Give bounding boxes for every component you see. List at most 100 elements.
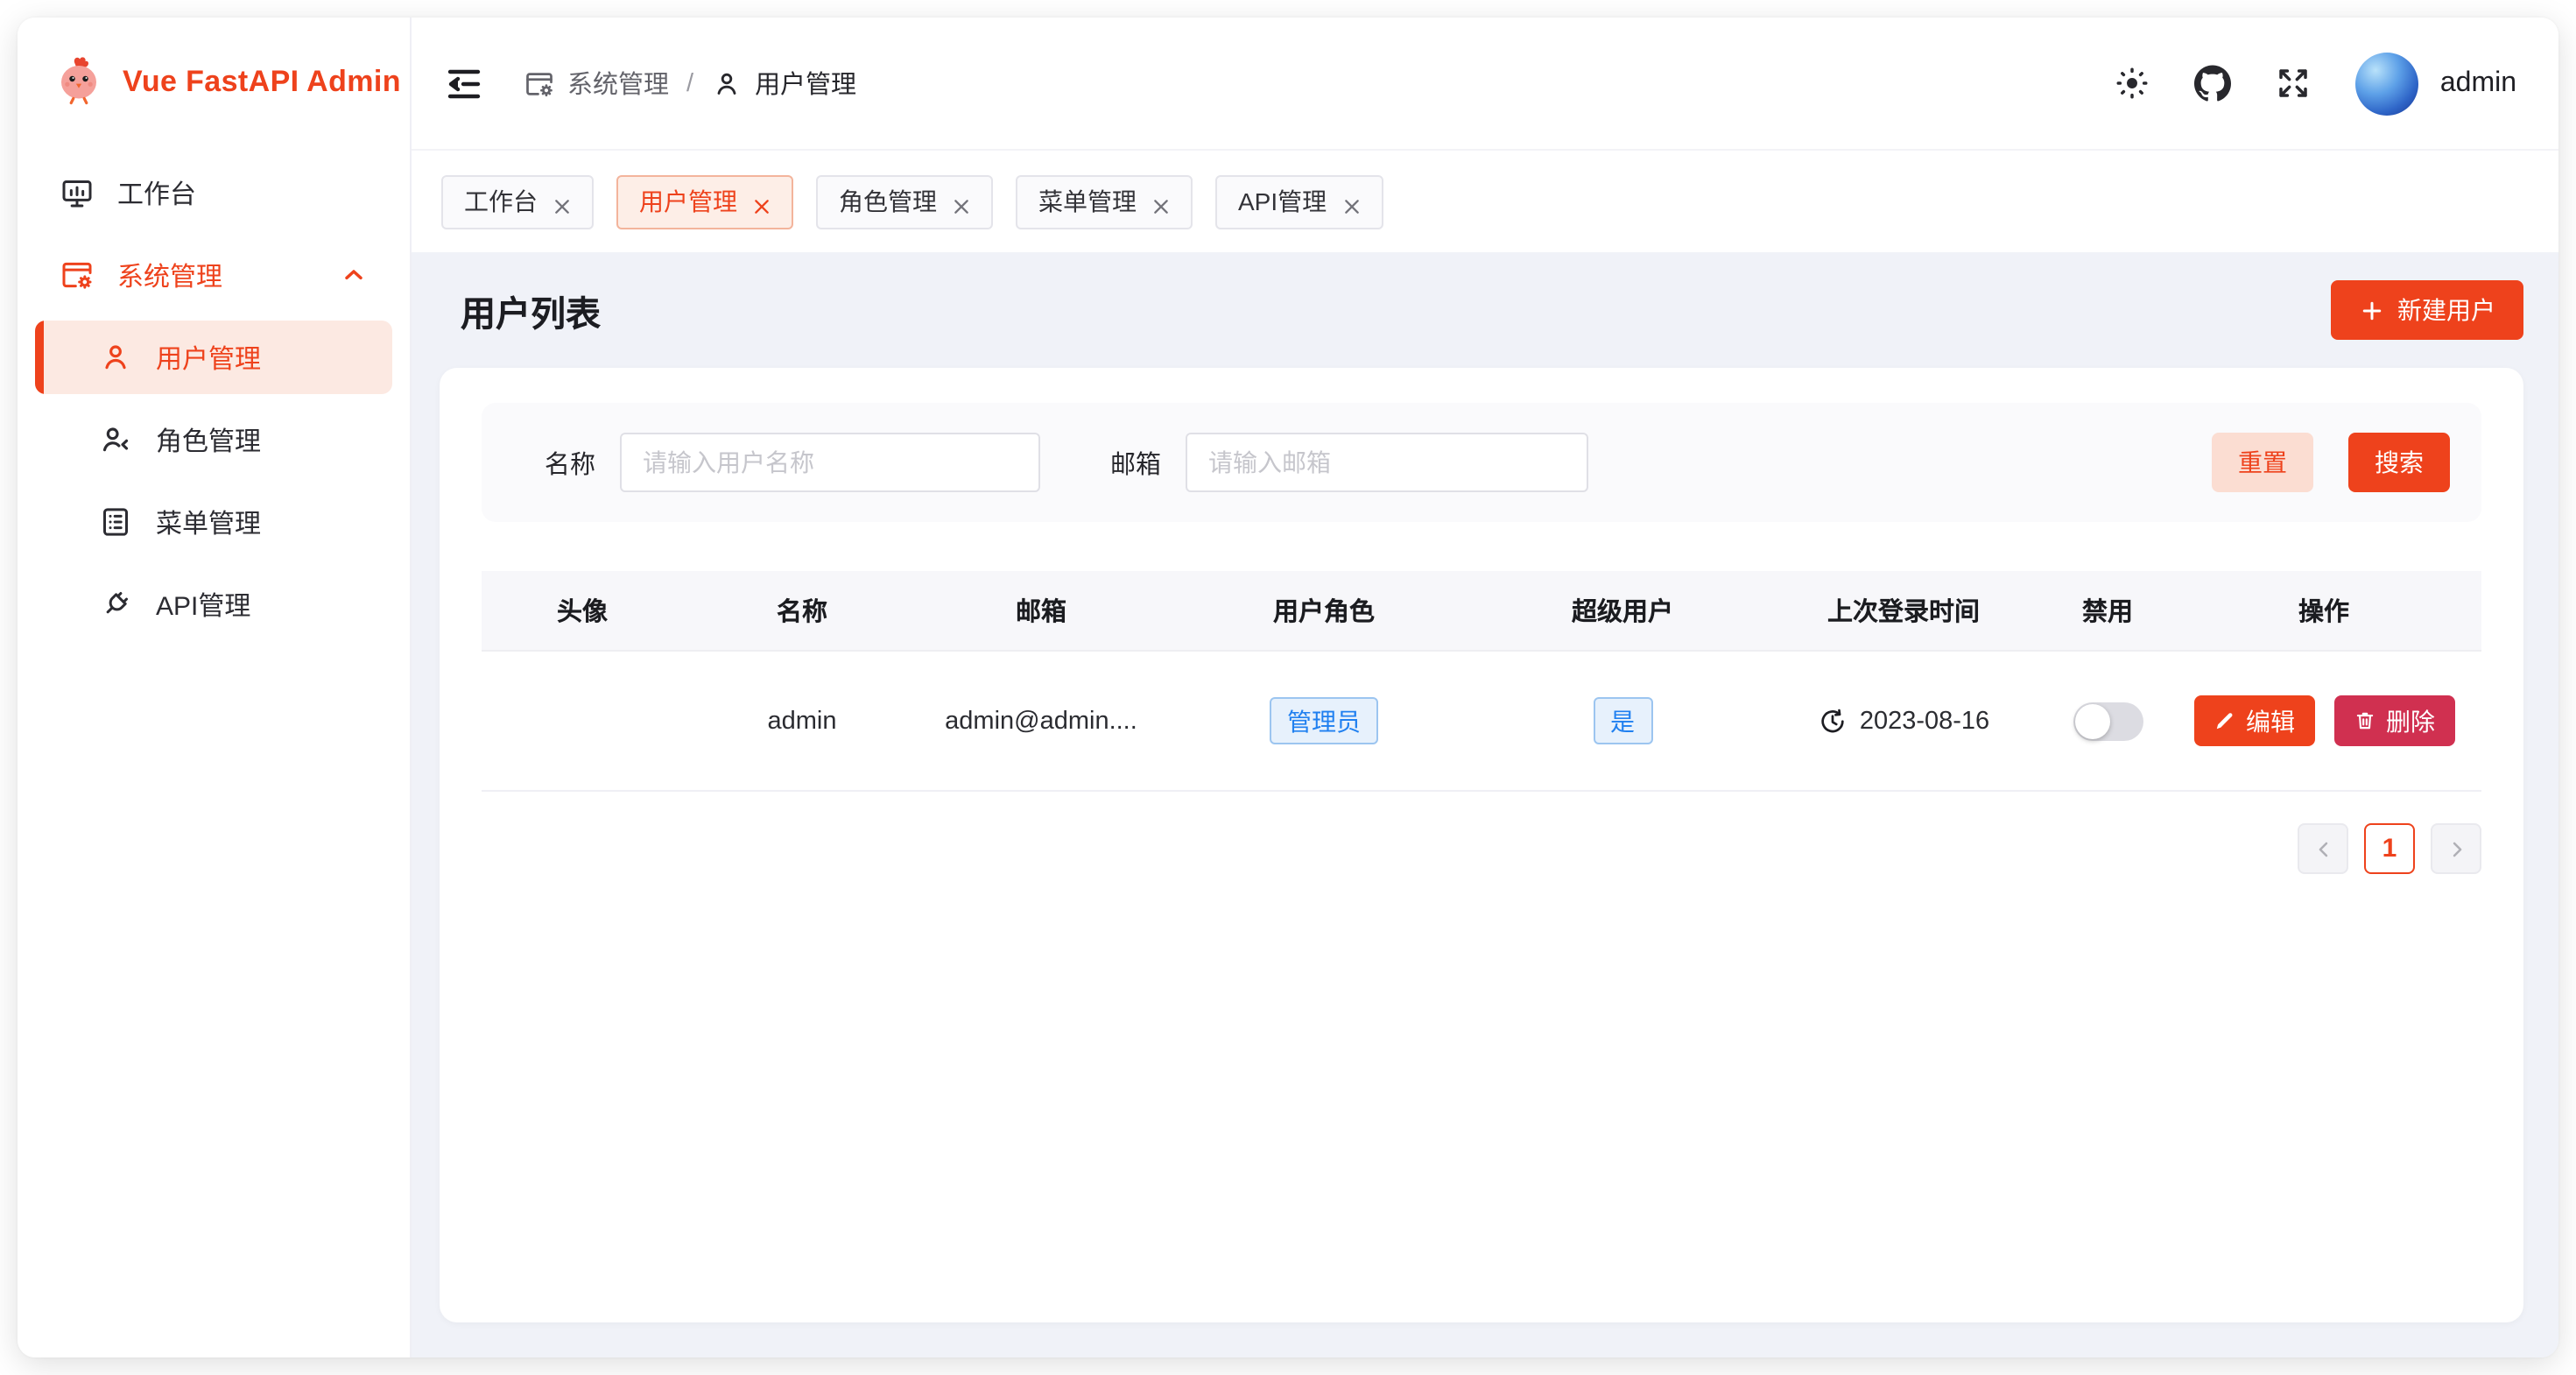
breadcrumb-system[interactable]: 系统管理 xyxy=(524,65,669,102)
system-settings-icon xyxy=(60,257,95,293)
chevron-left-icon xyxy=(2311,836,2335,861)
tab-menu-mgmt[interactable]: 菜单管理 xyxy=(1016,174,1193,229)
edit-button[interactable]: 编辑 xyxy=(2193,695,2314,746)
close-icon[interactable] xyxy=(753,193,771,210)
reset-button[interactable]: 重置 xyxy=(2212,433,2313,492)
prev-page-button[interactable] xyxy=(2298,823,2348,874)
email-filter-input[interactable] xyxy=(1186,433,1588,492)
user-icon xyxy=(98,340,133,375)
sidebar-item-menu-mgmt[interactable]: 菜单管理 xyxy=(35,485,392,559)
column-header-actions: 操作 xyxy=(2166,592,2481,629)
sidebar-item-label: API管理 xyxy=(156,586,250,623)
next-page-button[interactable] xyxy=(2431,823,2481,874)
page-title: 用户列表 xyxy=(461,285,601,335)
user-list-card: 名称 邮箱 重置 搜索 头像 xyxy=(440,368,2523,1322)
logo[interactable]: Vue FastAPI Admin xyxy=(18,18,410,147)
column-header-avatar: 头像 xyxy=(482,592,683,629)
close-icon[interactable] xyxy=(553,193,571,210)
breadcrumb-user-mgmt[interactable]: 用户管理 xyxy=(711,65,856,102)
actions-cell: 编辑 删除 xyxy=(2166,695,2481,746)
sidebar-item-user-mgmt[interactable]: 用户管理 xyxy=(35,321,392,394)
email-cell: admin@admin.... xyxy=(921,707,1161,735)
role-tag[interactable]: 管理员 xyxy=(1270,697,1378,744)
breadcrumb-separator: / xyxy=(686,69,693,97)
column-header-last-login: 上次登录时间 xyxy=(1758,592,2049,629)
collapse-sidebar-icon[interactable] xyxy=(443,62,485,104)
last-login-cell: 2023-08-16 xyxy=(1758,706,2049,736)
sidebar: Vue FastAPI Admin 工作台 xyxy=(18,18,412,1357)
sidebar-item-system[interactable]: 系统管理 xyxy=(35,238,392,312)
main-area: 系统管理 / 用户管理 xyxy=(412,18,2558,1357)
page-tabs: 工作台 用户管理 角色管理 菜单管理 xyxy=(412,151,2558,252)
close-icon[interactable] xyxy=(1152,193,1170,210)
reset-button-label: 重置 xyxy=(2238,445,2287,480)
content-area: 用户列表 新建用户 名称 邮箱 重置 xyxy=(412,252,2558,1357)
breadcrumb: 系统管理 / 用户管理 xyxy=(524,65,856,102)
delete-button-label: 删除 xyxy=(2386,703,2435,738)
tab-label: 工作台 xyxy=(464,184,538,219)
sidebar-item-label: 菜单管理 xyxy=(156,504,261,540)
last-login-value: 2023-08-16 xyxy=(1860,707,1989,735)
chevron-up-icon xyxy=(340,261,368,289)
disable-toggle[interactable] xyxy=(2073,702,2143,740)
delete-button[interactable]: 删除 xyxy=(2333,695,2454,746)
theme-toggle-sun-icon[interactable] xyxy=(2115,65,2151,102)
superuser-tag: 是 xyxy=(1593,697,1652,744)
sidebar-menu: 工作台 系统管理 xyxy=(18,156,410,641)
sidebar-item-role-mgmt[interactable]: 角色管理 xyxy=(35,403,392,476)
tab-api-mgmt[interactable]: API管理 xyxy=(1215,174,1383,229)
tab-label: 用户管理 xyxy=(639,184,737,219)
name-cell: admin xyxy=(683,707,921,735)
sidebar-item-label: 用户管理 xyxy=(156,339,261,376)
user-icon xyxy=(711,67,743,99)
tab-label: 角色管理 xyxy=(839,184,937,219)
tab-workbench[interactable]: 工作台 xyxy=(441,174,594,229)
pagination: 1 xyxy=(482,823,2481,874)
chick-logo-icon xyxy=(53,52,105,113)
search-button-label: 搜索 xyxy=(2375,445,2424,480)
header: 系统管理 / 用户管理 xyxy=(412,18,2558,151)
tab-label: API管理 xyxy=(1238,184,1327,219)
role-icon xyxy=(98,422,133,457)
search-button[interactable]: 搜索 xyxy=(2348,433,2450,492)
tab-user-mgmt[interactable]: 用户管理 xyxy=(616,174,793,229)
fullscreen-icon[interactable] xyxy=(2276,65,2312,102)
title-row: 用户列表 新建用户 xyxy=(440,273,2523,347)
avatar xyxy=(2356,52,2419,115)
breadcrumb-label: 用户管理 xyxy=(755,65,856,102)
superuser-cell: 是 xyxy=(1487,697,1758,744)
trash-icon xyxy=(2353,709,2375,732)
new-user-button[interactable]: 新建用户 xyxy=(2331,280,2523,340)
close-icon[interactable] xyxy=(953,193,970,210)
user-menu[interactable]: admin xyxy=(2356,52,2516,115)
table-header-row: 头像 名称 邮箱 用户角色 超级用户 上次登录时间 禁用 操作 xyxy=(482,571,2481,652)
column-header-superuser: 超级用户 xyxy=(1487,592,1758,629)
role-cell: 管理员 xyxy=(1161,697,1487,744)
close-icon[interactable] xyxy=(1342,193,1360,210)
pencil-icon xyxy=(2213,709,2235,732)
github-icon[interactable] xyxy=(2195,65,2232,102)
toggle-knob xyxy=(2074,703,2109,738)
sidebar-item-api-mgmt[interactable]: API管理 xyxy=(35,568,392,641)
name-filter-input[interactable] xyxy=(620,433,1040,492)
plus-icon xyxy=(2359,297,2385,323)
new-user-button-label: 新建用户 xyxy=(2397,293,2495,328)
system-settings-icon xyxy=(524,67,555,99)
sidebar-item-workbench[interactable]: 工作台 xyxy=(35,156,392,229)
table-row: admin admin@admin.... 管理员 是 xyxy=(482,652,2481,792)
filter-bar: 名称 邮箱 重置 搜索 xyxy=(482,403,2481,522)
filter-actions: 重置 搜索 xyxy=(2212,433,2450,492)
column-header-role: 用户角色 xyxy=(1161,592,1487,629)
breadcrumb-label: 系统管理 xyxy=(567,65,669,102)
name-filter-label: 名称 xyxy=(545,444,595,481)
page-number-1[interactable]: 1 xyxy=(2364,823,2415,874)
disabled-cell xyxy=(2049,702,2166,740)
workbench-icon xyxy=(60,175,95,210)
app-title: Vue FastAPI Admin xyxy=(123,65,401,100)
edit-button-label: 编辑 xyxy=(2246,703,2295,738)
tab-role-mgmt[interactable]: 角色管理 xyxy=(816,174,993,229)
column-header-disabled: 禁用 xyxy=(2049,592,2166,629)
sidebar-item-label: 系统管理 xyxy=(117,257,222,293)
api-plug-icon xyxy=(98,587,133,622)
sidebar-item-label: 角色管理 xyxy=(156,421,261,458)
